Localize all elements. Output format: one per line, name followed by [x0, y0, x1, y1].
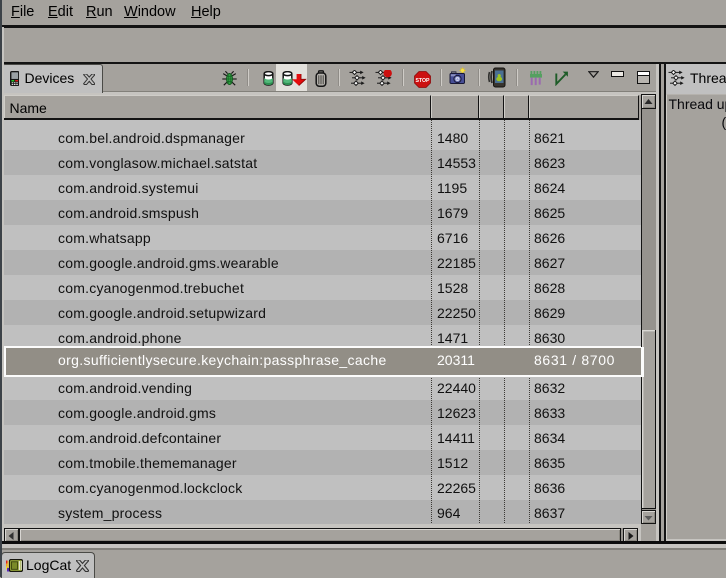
- svg-text:STOP: STOP: [415, 78, 430, 84]
